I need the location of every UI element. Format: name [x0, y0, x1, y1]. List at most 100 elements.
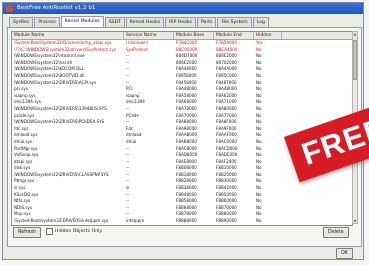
- cell-module-base: F8B28000: [176, 178, 197, 184]
- table-row[interactable]: sr.sys sr F8B38000 F8B42000 No: [12, 185, 352, 192]
- tab-process[interactable]: Process: [34, 17, 60, 27]
- tab-ports[interactable]: Ports: [196, 17, 217, 27]
- table-row[interactable]: \WINDOWS\system32\DRIVERS\ACPI.sys -- F845…: [12, 80, 352, 87]
- scroll-down-icon[interactable]: ▼: [353, 219, 357, 223]
- cell-service-name: --: [126, 198, 129, 204]
- cell-module-end: F8ADE000: [216, 152, 238, 158]
- column-header-hidden[interactable]: Hidden: [254, 32, 282, 39]
- cell-hidden: No: [256, 198, 262, 204]
- column-header-module-name[interactable]: Module Name: [12, 32, 124, 39]
- scroll-thumb[interactable]: [353, 40, 357, 80]
- cell-service-name: isapnp: [126, 92, 140, 98]
- table-row[interactable]: Ntfs.sys -- F8B58000 F8B60000 No: [12, 198, 352, 205]
- cell-hidden: No: [256, 105, 262, 111]
- cell-hidden: No: [256, 185, 262, 191]
- table-row[interactable]: \SystemRoot\system32\DRIVERS\intelppm.sy…: [12, 218, 352, 225]
- cell-module-end: F8B80000: [216, 211, 237, 217]
- cell-module-end: F8A71000: [216, 99, 237, 105]
- refresh-button[interactable]: Refresh: [13, 227, 42, 238]
- tab-kernel-modules[interactable]: Kernel Modules: [60, 16, 104, 27]
- scroll-up-icon[interactable]: ▲: [353, 32, 357, 36]
- cell-service-name: intelppm: [126, 218, 145, 224]
- table-row[interactable]: pciide.sys PCIIde F8A70000 F8A77000 No: [12, 113, 352, 120]
- cell-module-name: \WINDOWS\system32\hal.dll: [14, 59, 72, 65]
- cell-service-name: --: [126, 66, 129, 72]
- tab-ssdt[interactable]: SSDT: [104, 17, 125, 27]
- cell-hidden: No: [256, 138, 262, 144]
- cell-module-end: F8B10000: [216, 165, 237, 171]
- cell-hidden: No: [256, 79, 262, 85]
- cell-hidden: No: [256, 171, 262, 177]
- cell-module-name: disk.sys: [14, 165, 31, 171]
- tab-file-system[interactable]: File System: [217, 17, 252, 27]
- cell-module-end: F895C000: [216, 72, 237, 78]
- table-row[interactable]: \WINDOWS\system32\ntoskrnl.exe -- 804D7000…: [12, 53, 352, 60]
- column-header-module-base[interactable]: Module Base: [174, 32, 214, 39]
- cell-service-name: --: [126, 211, 129, 217]
- tab-log[interactable]: Log: [252, 17, 269, 27]
- cell-module-base: F8AC8000: [176, 145, 197, 151]
- cell-module-end: F7B5A000: [216, 40, 237, 45]
- cell-module-base: F8958000: [176, 72, 197, 78]
- column-header-service-name[interactable]: Service Name: [124, 32, 174, 39]
- cell-service-name: --: [126, 59, 129, 65]
- cell-hidden: No: [256, 218, 262, 224]
- cell-module-base: F8A70000: [176, 112, 197, 118]
- cell-hidden: No: [256, 86, 262, 92]
- cell-hidden: No: [256, 204, 262, 210]
- table-row[interactable]: Mup.sys -- F8B78000 F8B80000 No: [12, 211, 352, 218]
- checkbox-label: Hidden Objects Only: [55, 229, 103, 234]
- cell-module-name: \WINDOWS\system32\DRIVERS\1394BUS.SYS: [14, 105, 107, 111]
- cell-module-name: \WINDOWS\system32\ntoskrnl.exe: [14, 53, 85, 59]
- cell-module-end: F8A80000: [216, 105, 237, 111]
- column-header-module-end[interactable]: Module End: [214, 32, 254, 39]
- cell-hidden: No: [256, 72, 262, 78]
- cell-service-name: --: [126, 204, 129, 210]
- cell-module-name: pci.sys: [14, 86, 28, 92]
- cell-service-name: PCIIde: [126, 112, 139, 118]
- cell-service-name: (Unknown): [126, 40, 149, 45]
- checkbox-box[interactable]: [46, 228, 53, 235]
- table-row[interactable]: pci.sys PCI F8A48000 F8A4B000 No: [12, 86, 352, 93]
- tab-sysrec[interactable]: SysRec: [9, 17, 34, 27]
- window-title: BestFree AntiRootkit v1.2 b1: [17, 5, 96, 11]
- cell-module-name: sr.sys: [14, 185, 26, 191]
- table-row[interactable]: KSecDD.sys -- F8B48000 F8B50000 No: [12, 192, 352, 199]
- cell-service-name: --: [126, 178, 129, 184]
- cell-hidden: No: [256, 59, 262, 65]
- cell-module-base: F8B88000: [176, 218, 197, 224]
- cell-module-name: fltmgr.sys: [14, 178, 35, 184]
- cell-service-name: --: [126, 191, 129, 197]
- cell-module-base: F8A78000: [176, 105, 197, 111]
- cell-service-name: --: [126, 165, 129, 171]
- cell-module-base: F7B4C000: [176, 40, 198, 45]
- tab-irp-hooks[interactable]: IRP Hooks: [165, 17, 196, 27]
- table-row[interactable]: NDIS.sys -- F8B68000 F8B70000 No: [12, 205, 352, 212]
- cell-service-name: dmio: [126, 138, 137, 144]
- ok-button[interactable]: OK: [336, 248, 353, 259]
- cell-module-base: F8A68000: [176, 99, 197, 105]
- cell-service-name: --: [126, 158, 129, 164]
- cell-module-base: F8A48000: [176, 86, 197, 92]
- table-row[interactable]: \??\C:\WINDOWS\system32\drivers\SysProte…: [12, 47, 352, 54]
- cell-service-name: --: [126, 72, 129, 78]
- table-row[interactable]: ohci1394.sys ohci1394 F8A68000 F8A71000 No: [12, 99, 352, 106]
- modules-list[interactable]: Module Name Service Name Module Base Mod…: [11, 31, 353, 226]
- table-row[interactable]: \WINDOWS\system32\KDCOM.DLL -- F8A48000 F8A…: [12, 66, 352, 73]
- cell-module-name: PartMgr.sys: [14, 145, 38, 151]
- cell-hidden: No: [256, 112, 262, 118]
- table-row[interactable]: \WINDOWS\system32\DRIVERS\1394BUS.SYS -- F…: [12, 106, 352, 113]
- hidden-objects-checkbox[interactable]: Hidden Objects Only: [46, 228, 102, 235]
- table-row[interactable]: \SystemRoot\System32\Drivers\dump_atapi.…: [12, 40, 352, 47]
- cell-module-name: dmload.sys: [14, 132, 38, 138]
- tab-kernel-hooks[interactable]: Kernel Hooks: [126, 17, 165, 27]
- cell-service-name: SysProtect: [126, 46, 148, 52]
- table-row[interactable]: isapnp.sys isapnp F8A58000 F8A62000 No: [12, 93, 352, 100]
- cell-module-name: \SystemRoot\System32\Drivers\dump_atapi.…: [14, 40, 112, 45]
- table-row[interactable]: \WINDOWS\system32\BOOTVID.dll -- F8958000 F…: [12, 73, 352, 80]
- table-row[interactable]: \WINDOWS\system32\hal.dll -- 806E2000 80702…: [12, 60, 352, 67]
- table-row[interactable]: \WINDOWS\system32\DRIVERS\PCIIDEX.SYS -- F…: [12, 119, 352, 126]
- cell-hidden: No: [256, 152, 262, 158]
- delete-button[interactable]: Delete: [323, 227, 349, 238]
- cell-module-name: Ntfs.sys: [14, 198, 31, 204]
